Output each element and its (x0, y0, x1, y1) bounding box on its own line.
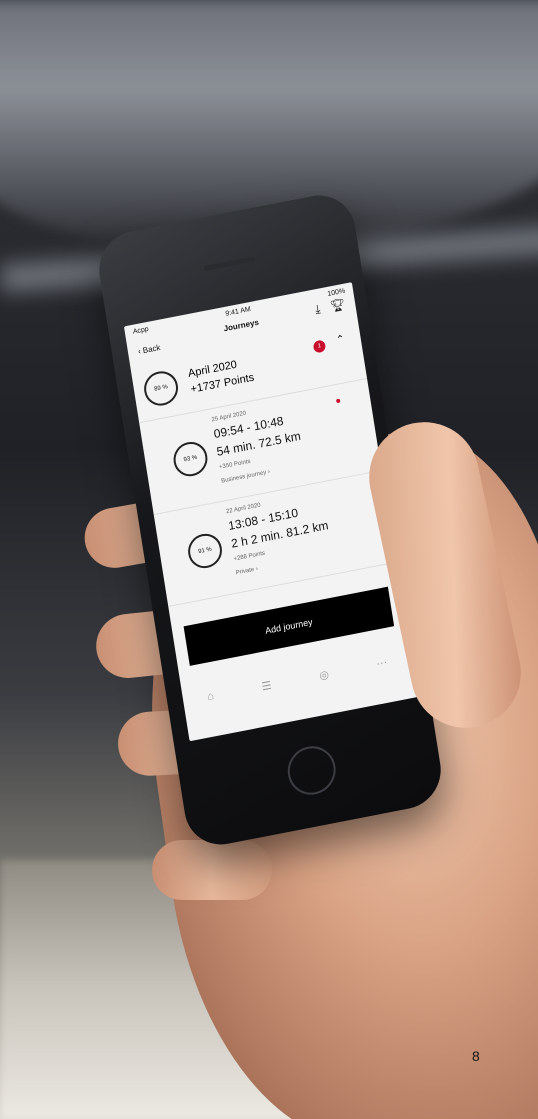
journey-points: +350 Points (218, 458, 251, 471)
more-icon[interactable]: ··· (376, 656, 389, 670)
journey-points: +288 Points (233, 550, 266, 563)
month-score-ring: 89 % (141, 368, 181, 409)
journey-score: 93 % (183, 454, 198, 464)
pin-icon[interactable]: ◎ (318, 667, 329, 682)
photo-background: Acpp 9:41 AM 100% ‹ Back Journeys ⤓ 🏆︎ 8… (0, 0, 538, 1119)
journey-score-ring: 91 % (185, 530, 225, 571)
trophy-icon[interactable]: 🏆︎ (329, 297, 346, 315)
nav-actions: ⤓ 🏆︎ (314, 297, 346, 318)
journey-type: Private › (235, 566, 259, 577)
notification-badge: 1 (312, 339, 327, 354)
unread-dot (335, 398, 341, 404)
speaker (203, 256, 256, 272)
phone-screen: Acpp 9:41 AM 100% ‹ Back Journeys ⤓ 🏆︎ 8… (123, 282, 418, 742)
list-icon[interactable]: ☰ (261, 678, 273, 693)
home-button[interactable] (284, 742, 340, 799)
month-score: 89 % (153, 384, 169, 393)
journey-score-ring: 93 % (171, 439, 210, 480)
chevron-up-icon[interactable]: ⌃ (336, 334, 346, 346)
home-icon[interactable]: ⌂ (206, 690, 214, 703)
page-number: 8 (472, 1048, 480, 1064)
download-icon[interactable]: ⤓ (314, 302, 322, 318)
journey-type: Business journey › (220, 469, 271, 485)
journey-score: 91 % (197, 546, 213, 556)
finger-little (152, 840, 272, 900)
